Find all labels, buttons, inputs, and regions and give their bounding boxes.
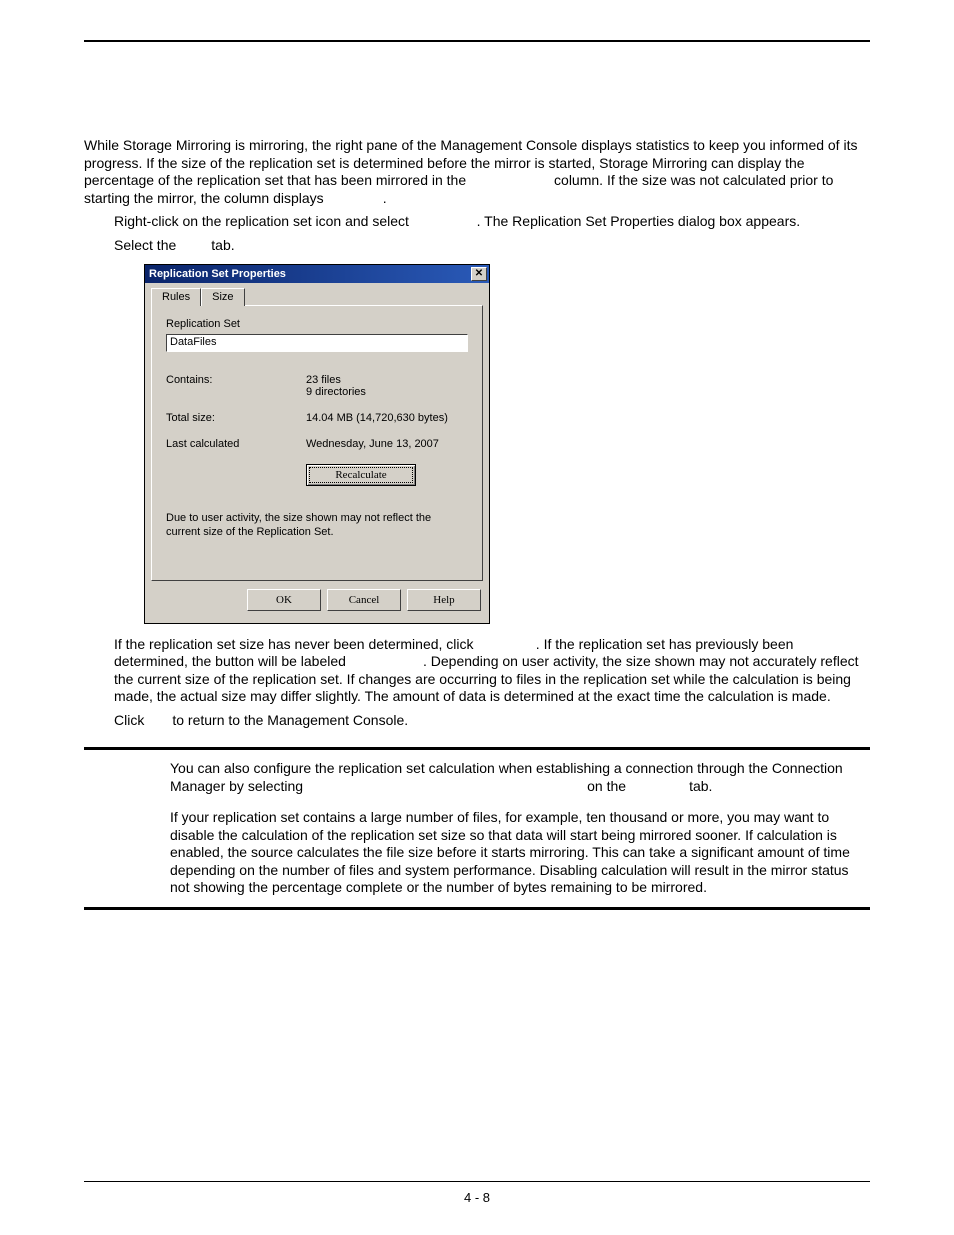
recalculate-button[interactable]: Recalculate [306,464,416,486]
note1-bold1: Calculate Replication Set size on connec… [307,778,583,794]
step-1: Right-click on the replication set icon … [114,213,870,231]
page-footer: 4 - 8 [0,1181,954,1205]
tab-size[interactable]: Size [201,288,244,306]
step2-text-b: tab. [207,237,234,253]
step-3: If the replication set size has never be… [114,636,870,706]
step4-text-a: Click [114,712,148,728]
step1-text-a: Right-click on the replication set icon … [114,213,413,229]
note-paragraph-2: If your replication set contains a large… [170,809,870,897]
total-size-value: 14.04 MB (14,720,630 bytes) [306,412,468,424]
contains-label: Contains: [166,374,306,398]
step-2: Select the Size tab. [114,237,870,255]
intro-bold-2: Mirroring [328,190,383,206]
replication-set-label: Replication Set [166,318,468,330]
tab-panel-size: Replication Set DataFiles Contains: 23 f… [151,305,483,581]
dialog-disclaimer: Due to user activity, the size shown may… [166,512,468,540]
last-calculated-value: Wednesday, June 13, 2007 [306,438,468,450]
step4-bold: OK [148,712,168,728]
close-icon[interactable]: ✕ [471,267,487,281]
step3-bold-2: Recalculate [350,653,423,669]
note1-mid: on the [583,778,630,794]
note1-b: tab. [685,778,712,794]
replication-properties-dialog: Replication Set Properties ✕ Rules Size … [144,264,490,624]
step2-bold: Size [180,237,207,253]
step2-text-a: Select the [114,237,180,253]
page-number: 4 - 8 [0,1190,954,1205]
step-4: Click OK to return to the Management Con… [114,712,870,730]
note1-bold2: Mirroring [630,778,685,794]
cancel-button[interactable]: Cancel [327,589,401,611]
top-rule [84,40,870,42]
step4-text-b: to return to the Management Console. [168,712,408,728]
section-heading: Calculating Replication Set Size [84,102,870,119]
step1-bold: Properties [413,213,477,229]
note-tag: NOTE: [84,760,144,897]
contains-directories: 9 directories [306,386,468,398]
last-calculated-label: Last calculated [166,438,306,450]
dialog-titlebar: Replication Set Properties ✕ [145,265,489,283]
intro-text-end: . [383,190,387,206]
step3-text-a: If the replication set size has never be… [114,636,477,652]
dialog-title: Replication Set Properties [149,268,286,280]
note-box: NOTE: You can also configure the replica… [84,747,870,910]
note-paragraph-1: You can also configure the replication s… [170,760,870,795]
total-size-label: Total size: [166,412,306,424]
step3-bold-1: Calculate [477,636,535,652]
intro-bold-1: Mirror Status [470,172,550,188]
step1-text-b: . The Replication Set Properties dialog … [477,213,801,229]
replication-set-field[interactable]: DataFiles [166,334,468,352]
intro-paragraph: While Storage Mirroring is mirroring, th… [84,137,870,207]
contains-files: 23 files [306,374,468,386]
ok-button[interactable]: OK [247,589,321,611]
help-button[interactable]: Help [407,589,481,611]
tab-rules[interactable]: Rules [151,288,201,306]
